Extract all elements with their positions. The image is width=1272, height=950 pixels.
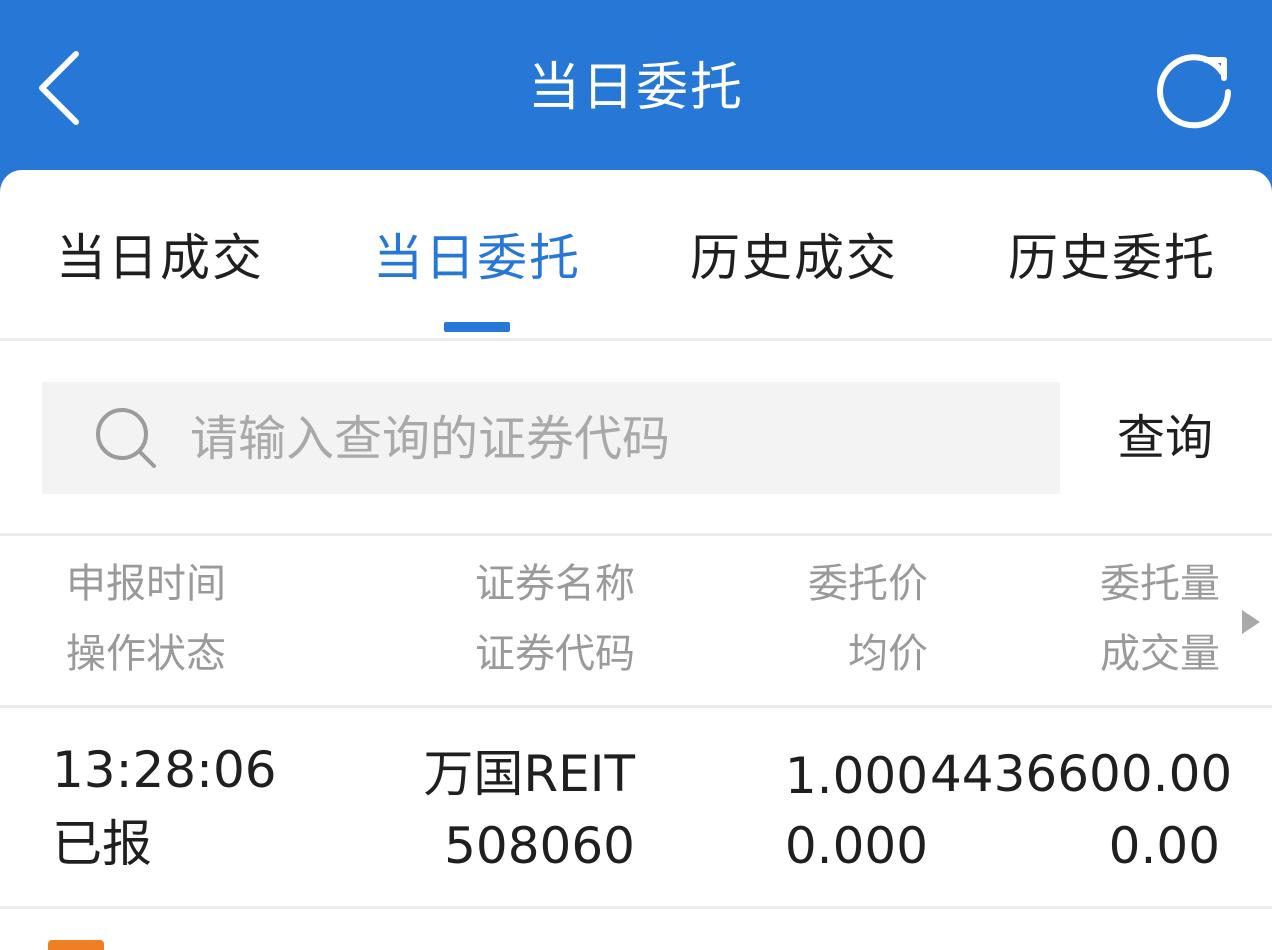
divider	[0, 906, 1272, 909]
header-security-name: 证券名称	[475, 561, 635, 607]
table-header: 申报时间 操作状态 证券名称 证券代码 委托价 均价 委托量 成交量	[0, 537, 1272, 705]
header-order-qty: 委托量	[1100, 561, 1220, 607]
tab-today-orders[interactable]: 当日委托	[347, 222, 607, 294]
tab-history-deals[interactable]: 历史成交	[664, 222, 924, 294]
divider	[0, 338, 1272, 341]
cell-avg-price: 0.000	[784, 817, 928, 875]
cell-security-code: 508060	[444, 817, 635, 875]
badge-icon	[48, 940, 104, 950]
search-box[interactable]	[42, 382, 1060, 494]
app-header: 当日委托	[0, 0, 1272, 175]
search-icon	[96, 408, 156, 468]
tab-bar: 当日成交 当日委托 历史成交 历史委托	[0, 170, 1272, 338]
page-title: 当日委托	[527, 58, 744, 118]
cell-security-name: 万国REIT	[423, 745, 635, 803]
header-declare-time: 申报时间	[66, 561, 226, 607]
header-operation-status: 操作状态	[66, 631, 226, 677]
header-avg-price: 均价	[848, 631, 928, 677]
tab-today-deals[interactable]: 当日成交	[30, 222, 290, 294]
header-deal-qty: 成交量	[1100, 631, 1220, 677]
scroll-right-icon[interactable]	[1242, 610, 1260, 634]
refresh-button[interactable]	[1150, 48, 1240, 132]
cell-order-qty: 4436600.00	[930, 745, 1233, 803]
cell-deal-qty: 0.00	[1108, 817, 1220, 875]
query-button[interactable]: 查询	[1100, 400, 1230, 476]
content-panel: 当日成交 当日委托 历史成交 历史委托 查询 申报时间 操作状态 证券名称 证券…	[0, 170, 1272, 950]
cell-time: 13:28:06	[52, 741, 277, 799]
header-order-price: 委托价	[808, 561, 928, 607]
active-tab-indicator	[444, 322, 510, 332]
table-row[interactable]: 13:28:06 已报 万国REIT 508060 1.000 0.000 44…	[0, 708, 1272, 906]
header-security-code: 证券代码	[475, 631, 635, 677]
cell-order-price: 1.000	[784, 747, 928, 805]
refresh-icon	[1157, 54, 1231, 129]
tab-history-orders[interactable]: 历史委托	[982, 222, 1242, 294]
search-input[interactable]	[188, 402, 1042, 476]
table-row-partial[interactable]	[0, 910, 1272, 950]
cell-status: 已报	[52, 815, 152, 873]
divider	[0, 533, 1272, 536]
